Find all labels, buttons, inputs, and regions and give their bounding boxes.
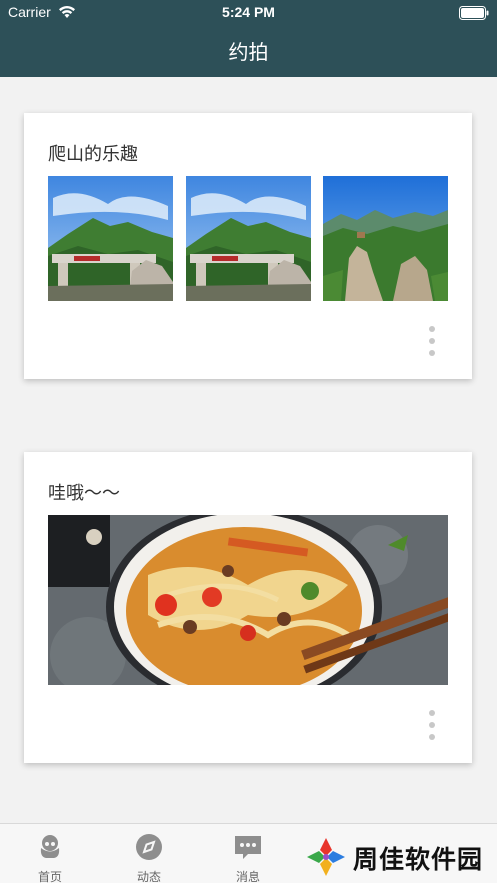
post-photo-mountain-cliff[interactable] (323, 176, 448, 301)
post-photo-mountain-gate[interactable] (186, 176, 311, 301)
tab-bar: 首页 动态 消息 周佳软件园 (0, 823, 497, 883)
post-card[interactable]: 爬山的乐趣 (24, 113, 472, 379)
top-bar: Carrier 5:24 PM 约拍 (0, 0, 497, 77)
status-bar: Carrier 5:24 PM (0, 0, 497, 26)
clock: 5:24 PM (222, 4, 275, 20)
more-options-icon[interactable] (424, 324, 440, 360)
message-icon (235, 836, 261, 859)
tab-label: 首页 (37, 870, 62, 883)
watermark-logo-icon (307, 838, 345, 876)
page-title: 约拍 (228, 40, 269, 64)
more-options-icon[interactable] (424, 708, 440, 744)
watermark-text: 周佳软件园 (353, 845, 484, 874)
post-photo-mountain-gate[interactable] (48, 176, 173, 301)
post-photo-noodle-bowl[interactable] (48, 515, 448, 685)
post-card[interactable]: 哇哦～～ (24, 452, 472, 763)
tab-feed[interactable]: 动态 (99, 824, 199, 883)
post-title: 哇哦～～ (48, 483, 120, 504)
app-screen: Carrier 5:24 PM 约拍 爬山的乐趣 哇哦～～ 首页 动态 消息 周… (0, 0, 497, 883)
tab-label: 消息 (235, 870, 260, 883)
compass-icon (136, 834, 162, 860)
watermark: 周佳软件园 (305, 834, 495, 880)
home-icon (40, 835, 60, 858)
battery-icon (459, 6, 489, 20)
post-title: 爬山的乐趣 (48, 144, 138, 165)
tab-messages[interactable]: 消息 (198, 824, 298, 883)
tab-label: 动态 (136, 870, 161, 883)
tab-home[interactable]: 首页 (0, 824, 100, 883)
